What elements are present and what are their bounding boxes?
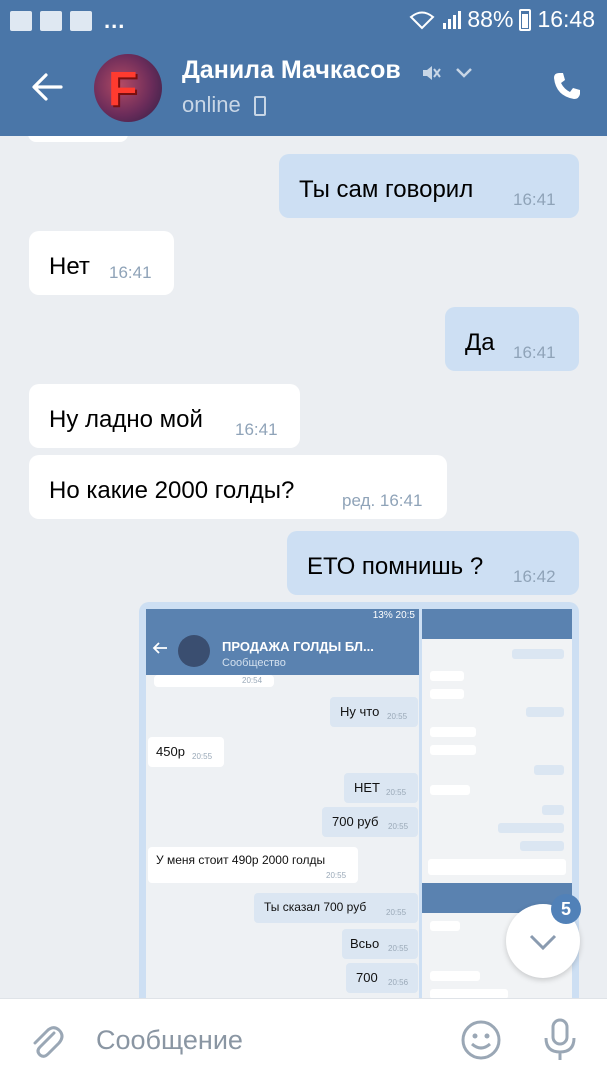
attachment-message-time: 20:55 [386, 908, 407, 917]
cut-off-message [28, 136, 128, 142]
muted-icon [423, 66, 441, 80]
message-time: 16:41 [235, 420, 278, 439]
message-text: Да [465, 329, 495, 356]
side-message [430, 727, 476, 737]
message-time: 16:41 [513, 343, 556, 362]
paperclip-icon[interactable] [28, 1021, 64, 1061]
side-message [534, 765, 564, 775]
community-avatar [178, 635, 210, 667]
clock: 16:48 [537, 6, 595, 32]
message-text: Нет [49, 253, 90, 280]
battery-icon [519, 8, 532, 31]
chevron-down-icon[interactable] [454, 62, 474, 82]
message-outgoing[interactable]: Ты сам говорил 16:41 [279, 154, 579, 218]
side-message [430, 971, 480, 981]
side-message [430, 921, 460, 931]
chevron-down-icon [529, 934, 557, 951]
attachment-message-time: 20:55 [386, 788, 407, 797]
side-message [526, 707, 564, 717]
attachment-message-text: 700 [356, 970, 378, 985]
message-time: 16:41 [109, 263, 152, 282]
avatar-letter: F [108, 63, 138, 116]
attachment-chat-subtitle: Сообщество [222, 657, 286, 669]
side-message [542, 805, 564, 815]
message-time: 16:42 [513, 567, 556, 586]
message-incoming[interactable]: Но какие 2000 голды? ред. 16:41 [29, 455, 447, 519]
message-text: ЕТО помнишь ? [307, 553, 484, 580]
message-text: Но какие 2000 голды? [49, 477, 295, 504]
attachment-message-text: У меня стоит 490р 2000 голды [156, 853, 326, 867]
attachment-message-time: 20:55 [192, 752, 213, 761]
attachment-message-time: 20:55 [387, 712, 408, 721]
attachment-message-text: Ну что [340, 704, 380, 719]
system-indicators: 88% 16:48 [409, 6, 595, 33]
side-message [430, 671, 464, 681]
message-list[interactable]: Ты сам говорил 16:41 Нет 16:41 Да 16:41 … [0, 136, 607, 998]
contact-name[interactable]: Данила Мачкасов [182, 56, 401, 85]
message-composer: Сообщение [0, 998, 607, 1080]
microphone-icon[interactable] [540, 1017, 580, 1063]
unread-count-badge: 5 [551, 894, 581, 924]
online-status: online [182, 92, 241, 117]
avatar[interactable]: F [94, 54, 162, 122]
app-icon [70, 11, 92, 31]
mail-icon [40, 11, 62, 31]
attachment-message: Ты сказал 700 руб 20:55 [254, 893, 418, 923]
attachment-message-time: 20:55 [388, 944, 409, 953]
battery-percent: 88% [467, 6, 514, 32]
attachment-message-text: Ты сказал 700 руб [264, 900, 367, 914]
message-time-edited: ред. 16:41 [342, 491, 423, 510]
status-bar: ... 88% 16:48 [0, 0, 607, 40]
message-text: Ты сам говорил [299, 176, 474, 203]
side-message [430, 785, 470, 795]
phone-call-icon[interactable] [551, 70, 583, 102]
side-message [430, 689, 464, 699]
attachment-message: У меня стоит 490р 2000 голды 20:55 [148, 847, 358, 883]
attachment-message-time: 20:56 [388, 978, 409, 987]
attachment-message: Ну что 20:55 [330, 697, 418, 727]
attachment-chat-header: ПРОДАЖА ГОЛДЫ БЛ... Сообщество [146, 625, 419, 675]
gallery-icon [10, 11, 32, 31]
side-message [430, 745, 476, 755]
attachment-message-time: 20:55 [326, 871, 347, 880]
side-notice [428, 859, 566, 875]
attachment-message-time: 20:55 [388, 822, 409, 831]
message-text: Ну ладно мой [49, 406, 203, 433]
message-incoming[interactable]: Нет 16:41 [29, 231, 174, 295]
side-message [512, 649, 564, 659]
attachment-message: 700 20:56 [346, 963, 418, 993]
attachment-message-text: НЕТ [354, 780, 380, 795]
side-message [520, 841, 564, 851]
attachment-message-text: Всьо [350, 936, 380, 951]
more-notifications-icon: ... [104, 8, 126, 33]
message-incoming[interactable]: Ну ладно мой 16:41 [29, 384, 300, 448]
attachment-message: 700 руб 20:55 [322, 807, 418, 837]
message-outgoing[interactable]: ЕТО помнишь ? 16:42 [287, 531, 579, 595]
back-arrow-icon [152, 642, 167, 654]
back-arrow-icon[interactable] [30, 70, 64, 104]
attachment-status-bar: 13% 20:5 [146, 609, 419, 625]
message-input[interactable]: Сообщение [96, 1025, 243, 1056]
emoji-icon[interactable] [460, 1019, 502, 1061]
attachment-message: Всьо 20:55 [342, 929, 418, 959]
chat-header: F Данила Мачкасов online [0, 40, 607, 136]
attachment-message-time: 20:54 [242, 676, 263, 685]
side-message [430, 989, 508, 998]
side-header [422, 609, 572, 639]
attachment-chat-title: ПРОДАЖА ГОЛДЫ БЛ... [222, 639, 374, 654]
attachment-message-text: 450р [156, 744, 185, 759]
attachment-message: 450р 20:55 [148, 737, 224, 767]
message-time: 16:41 [513, 190, 556, 209]
mobile-device-icon [254, 96, 266, 116]
attachment-message-cut: 20:54 [154, 675, 274, 687]
signal-icon [443, 10, 462, 29]
notification-icons: ... [10, 8, 125, 34]
attachment-status-right: 13% 20:5 [372, 610, 415, 621]
side-message [498, 823, 564, 833]
attachment-screenshot-main: 13% 20:5 ПРОДАЖА ГОЛДЫ БЛ... Сообщество … [146, 609, 419, 998]
attachment-message-text: 700 руб [332, 814, 379, 829]
attachment-message: НЕТ 20:55 [344, 773, 418, 803]
wifi-icon [409, 11, 435, 29]
message-outgoing[interactable]: Да 16:41 [445, 307, 579, 371]
